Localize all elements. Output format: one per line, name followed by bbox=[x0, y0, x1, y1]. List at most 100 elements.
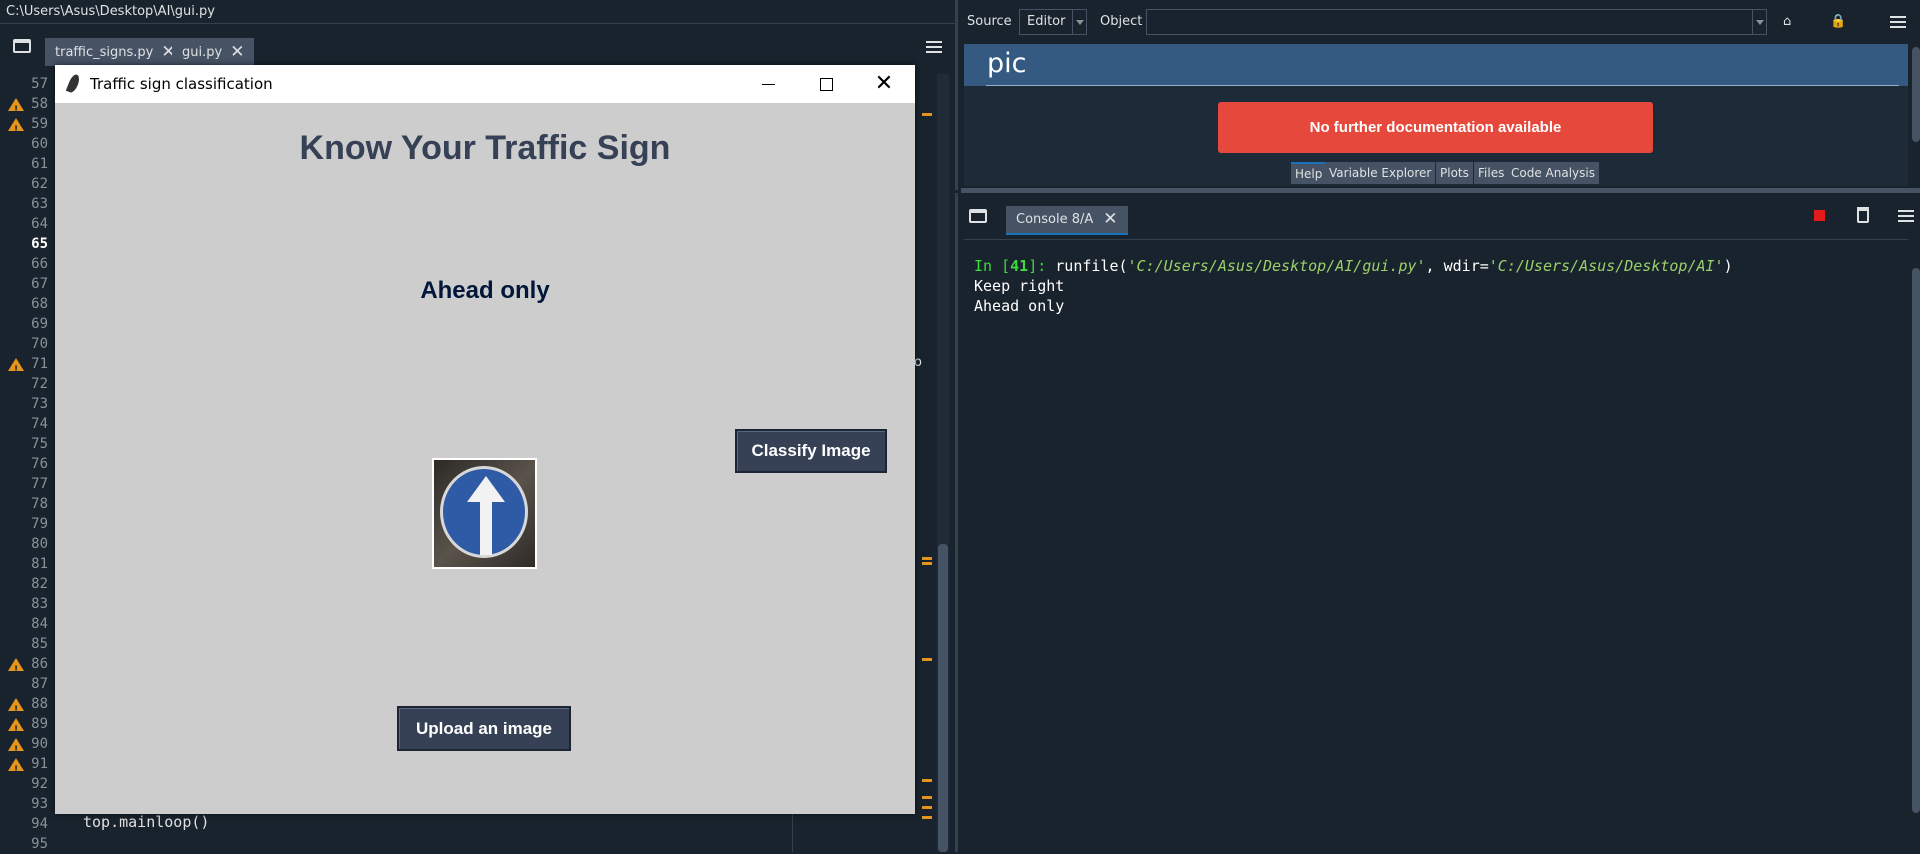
classification-result: Ahead only bbox=[420, 277, 550, 304]
trash-icon[interactable] bbox=[1857, 207, 1869, 223]
editor-tab-bar: traffic_signs.py ✕ gui.py ✕ bbox=[0, 24, 955, 66]
upload-image-button[interactable]: Upload an image bbox=[397, 706, 571, 751]
window-titlebar[interactable]: Traffic sign classification ✕ bbox=[55, 65, 915, 103]
close-window-button[interactable]: ✕ bbox=[855, 65, 913, 103]
object-label: Object bbox=[1100, 14, 1143, 29]
warning-icon[interactable] bbox=[8, 658, 24, 680]
file-path: C:\Users\Asus\Desktop\AI\gui.py bbox=[6, 4, 215, 19]
scroll-marker bbox=[922, 113, 932, 116]
help-scrollbar-thumb[interactable] bbox=[1912, 47, 1920, 142]
line-number: 68 bbox=[0, 294, 50, 314]
uploaded-sign-image bbox=[432, 458, 537, 569]
line-number-text: 90 bbox=[31, 736, 48, 752]
console-options-menu-icon[interactable] bbox=[1898, 210, 1914, 222]
line-number: 93 bbox=[0, 794, 50, 814]
line-number-text: 57 bbox=[31, 76, 48, 92]
line-number-gutter: 57 58 59 60 61 62 63 64 65 66 67 68 69 70 71 72 73 74 75 76… bbox=[0, 74, 50, 854]
console-pane: Console 8/A ✕ In [41]: runfile('C:/Users… bbox=[955, 193, 1920, 852]
line-number-text: 72 bbox=[31, 376, 48, 392]
warning-icon[interactable] bbox=[8, 698, 24, 720]
line-number-text: 85 bbox=[31, 636, 48, 652]
line-number-text: 68 bbox=[31, 296, 48, 312]
close-tab-icon[interactable]: ✕ bbox=[1103, 211, 1117, 228]
warning-icon[interactable] bbox=[8, 98, 24, 120]
scroll-marker bbox=[922, 806, 932, 809]
warning-icon[interactable] bbox=[8, 118, 24, 140]
minimize-button[interactable] bbox=[739, 65, 797, 103]
tab-traffic-signs[interactable]: traffic_signs.py ✕ bbox=[45, 38, 186, 66]
console-scrollbar-thumb[interactable] bbox=[1912, 268, 1920, 813]
line-number: 77 bbox=[0, 474, 50, 494]
tab-help[interactable]: Help bbox=[1291, 162, 1327, 184]
help-options-menu-icon[interactable] bbox=[1890, 16, 1906, 28]
tab-code-analysis[interactable]: Code Analysis bbox=[1507, 162, 1599, 184]
close-tab-icon[interactable]: ✕ bbox=[230, 43, 244, 61]
line-number-text: 59 bbox=[31, 116, 48, 132]
home-icon[interactable]: ⌂ bbox=[1783, 14, 1791, 29]
tab-files[interactable]: Files bbox=[1474, 162, 1509, 184]
tab-plots[interactable]: Plots bbox=[1436, 162, 1473, 184]
editor-scrollbar[interactable] bbox=[937, 74, 949, 852]
line-number-text: 71 bbox=[31, 356, 48, 372]
line-number-text: 92 bbox=[31, 776, 48, 792]
line-number: 75 bbox=[0, 434, 50, 454]
minimize-icon bbox=[761, 83, 775, 85]
divider bbox=[986, 85, 1899, 86]
line-number: 89 bbox=[0, 714, 50, 740]
line-number: 88 bbox=[0, 694, 50, 720]
stop-icon[interactable] bbox=[1814, 210, 1825, 221]
line-number: 90 bbox=[0, 734, 50, 760]
line-number: 78 bbox=[0, 494, 50, 514]
help-pane: Source Editor Object ⌂ 🔒 pic No further … bbox=[955, 0, 1920, 190]
line-number: 62 bbox=[0, 174, 50, 194]
line-number: 63 bbox=[0, 194, 50, 214]
console-tab-bar: Console 8/A ✕ bbox=[958, 193, 1920, 239]
line-number-text: 58 bbox=[31, 96, 48, 112]
line-number-text: 79 bbox=[31, 516, 48, 532]
warning-icon[interactable] bbox=[8, 718, 24, 740]
line-number-text: 60 bbox=[31, 136, 48, 152]
editor-options-menu-icon[interactable] bbox=[926, 41, 942, 53]
line-number-text: 94 bbox=[31, 816, 48, 832]
line-number-text: 86 bbox=[31, 656, 48, 672]
line-number-text: 74 bbox=[31, 416, 48, 432]
line-number: 80 bbox=[0, 534, 50, 554]
command-arg-wdir: 'C:/Users/Asus/Desktop/AI' bbox=[1488, 257, 1724, 275]
prompt-close: ]: bbox=[1028, 257, 1047, 275]
line-number-text: 82 bbox=[31, 576, 48, 592]
line-number-text: 87 bbox=[31, 676, 48, 692]
console-scrollbar[interactable] bbox=[1910, 246, 1920, 852]
maximize-button[interactable] bbox=[797, 65, 855, 103]
tab-variable-explorer[interactable]: Variable Explorer bbox=[1325, 162, 1436, 184]
warning-icon[interactable] bbox=[8, 758, 24, 780]
line-number-text: 65 bbox=[31, 236, 48, 252]
browse-tabs-icon[interactable] bbox=[969, 209, 987, 223]
line-number: 59 bbox=[0, 114, 50, 140]
window-title: Traffic sign classification bbox=[90, 75, 273, 93]
editor-scrollbar-thumb[interactable] bbox=[938, 544, 948, 852]
warning-icon[interactable] bbox=[8, 358, 24, 380]
scroll-marker bbox=[922, 562, 932, 565]
warning-icon[interactable] bbox=[8, 738, 24, 760]
classify-image-button[interactable]: Classify Image bbox=[735, 429, 887, 473]
scroll-marker bbox=[922, 779, 932, 782]
lock-icon[interactable]: 🔒 bbox=[1830, 14, 1846, 29]
object-input[interactable] bbox=[1146, 9, 1767, 35]
line-number-text: 84 bbox=[31, 616, 48, 632]
close-icon: ✕ bbox=[874, 71, 894, 96]
source-select[interactable]: Editor bbox=[1019, 9, 1087, 35]
console-input-line: In [41]: runfile('C:/Users/Asus/Desktop/… bbox=[974, 257, 1733, 275]
help-scrollbar[interactable] bbox=[1910, 44, 1920, 160]
browse-tabs-icon[interactable] bbox=[13, 39, 31, 53]
tab-console[interactable]: Console 8/A ✕ bbox=[1006, 206, 1128, 235]
tab-gui[interactable]: gui.py ✕ bbox=[172, 38, 255, 66]
line-number: 71 bbox=[0, 354, 50, 380]
console-output[interactable]: In [41]: runfile('C:/Users/Asus/Desktop/… bbox=[964, 239, 1908, 852]
source-label: Source bbox=[967, 14, 1012, 29]
code-line-94[interactable]: top.mainloop() bbox=[83, 813, 209, 831]
line-number-text: 81 bbox=[31, 556, 48, 572]
chevron-down-icon bbox=[1072, 10, 1086, 34]
line-number-text: 69 bbox=[31, 316, 48, 332]
line-number: 82 bbox=[0, 574, 50, 594]
line-number-text: 91 bbox=[31, 756, 48, 772]
